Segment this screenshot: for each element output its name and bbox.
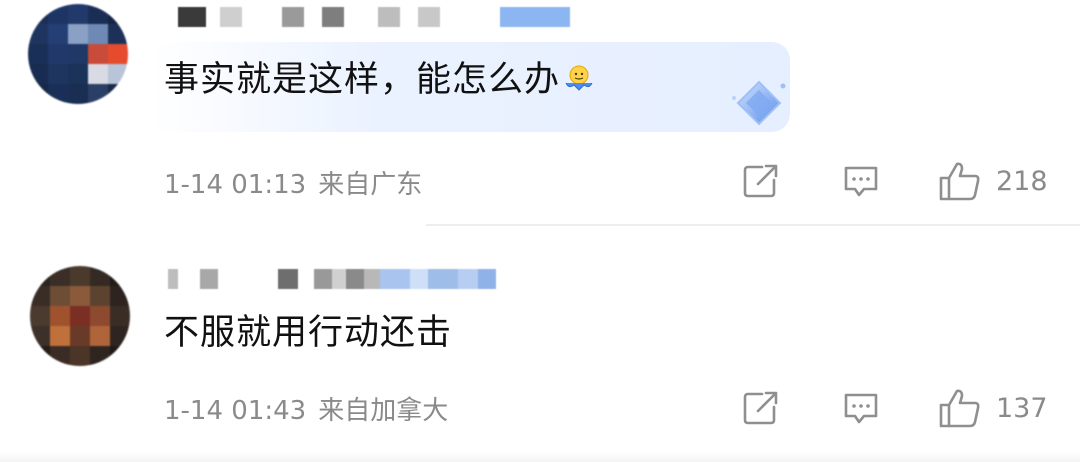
comment-text: 不服就用行动还击 [164,313,453,353]
share-button[interactable] [742,163,780,199]
comment-divider [426,224,1080,226]
comment-location: 来自加拿大 [318,396,449,426]
comment-meta: 1-14 01:43 来自加拿大 [164,390,448,427]
like-button[interactable]: 218 [938,160,1048,202]
share-icon [743,164,778,198]
like-count: 137 [996,392,1048,424]
comment-time: 1-14 01:43 [164,396,307,426]
comment-item: 事实就是这样，能怎么办 1-14 01:13 来自广东 218 [0,0,1080,228]
bottom-edge [0,452,1080,462]
avatar[interactable] [30,266,130,366]
username-pixelated[interactable] [168,268,496,290]
comment-item: 不服就用行动还击 1-14 01:43 来自加拿大 137 [0,240,1080,462]
diamond-badge-icon [732,80,786,126]
like-button[interactable]: 137 [938,387,1048,429]
comment-icon [844,166,878,197]
shrug-emoji-icon [565,65,593,91]
like-count: 218 [996,165,1048,197]
comment-location: 来自广东 [318,170,423,200]
reply-button[interactable] [842,390,880,426]
username-pixelated[interactable] [178,6,570,28]
comment-meta: 1-14 01:13 来自广东 [164,164,422,201]
comment-text: 事实就是这样，能怎么办 [164,58,594,102]
thumbs-up-icon [939,162,980,201]
thumbs-up-icon [939,389,980,428]
avatar[interactable] [28,4,128,104]
share-icon [743,391,778,425]
comment-time: 1-14 01:13 [164,170,307,200]
reply-button[interactable] [842,163,880,199]
share-button[interactable] [742,390,780,426]
comment-icon [844,393,878,424]
